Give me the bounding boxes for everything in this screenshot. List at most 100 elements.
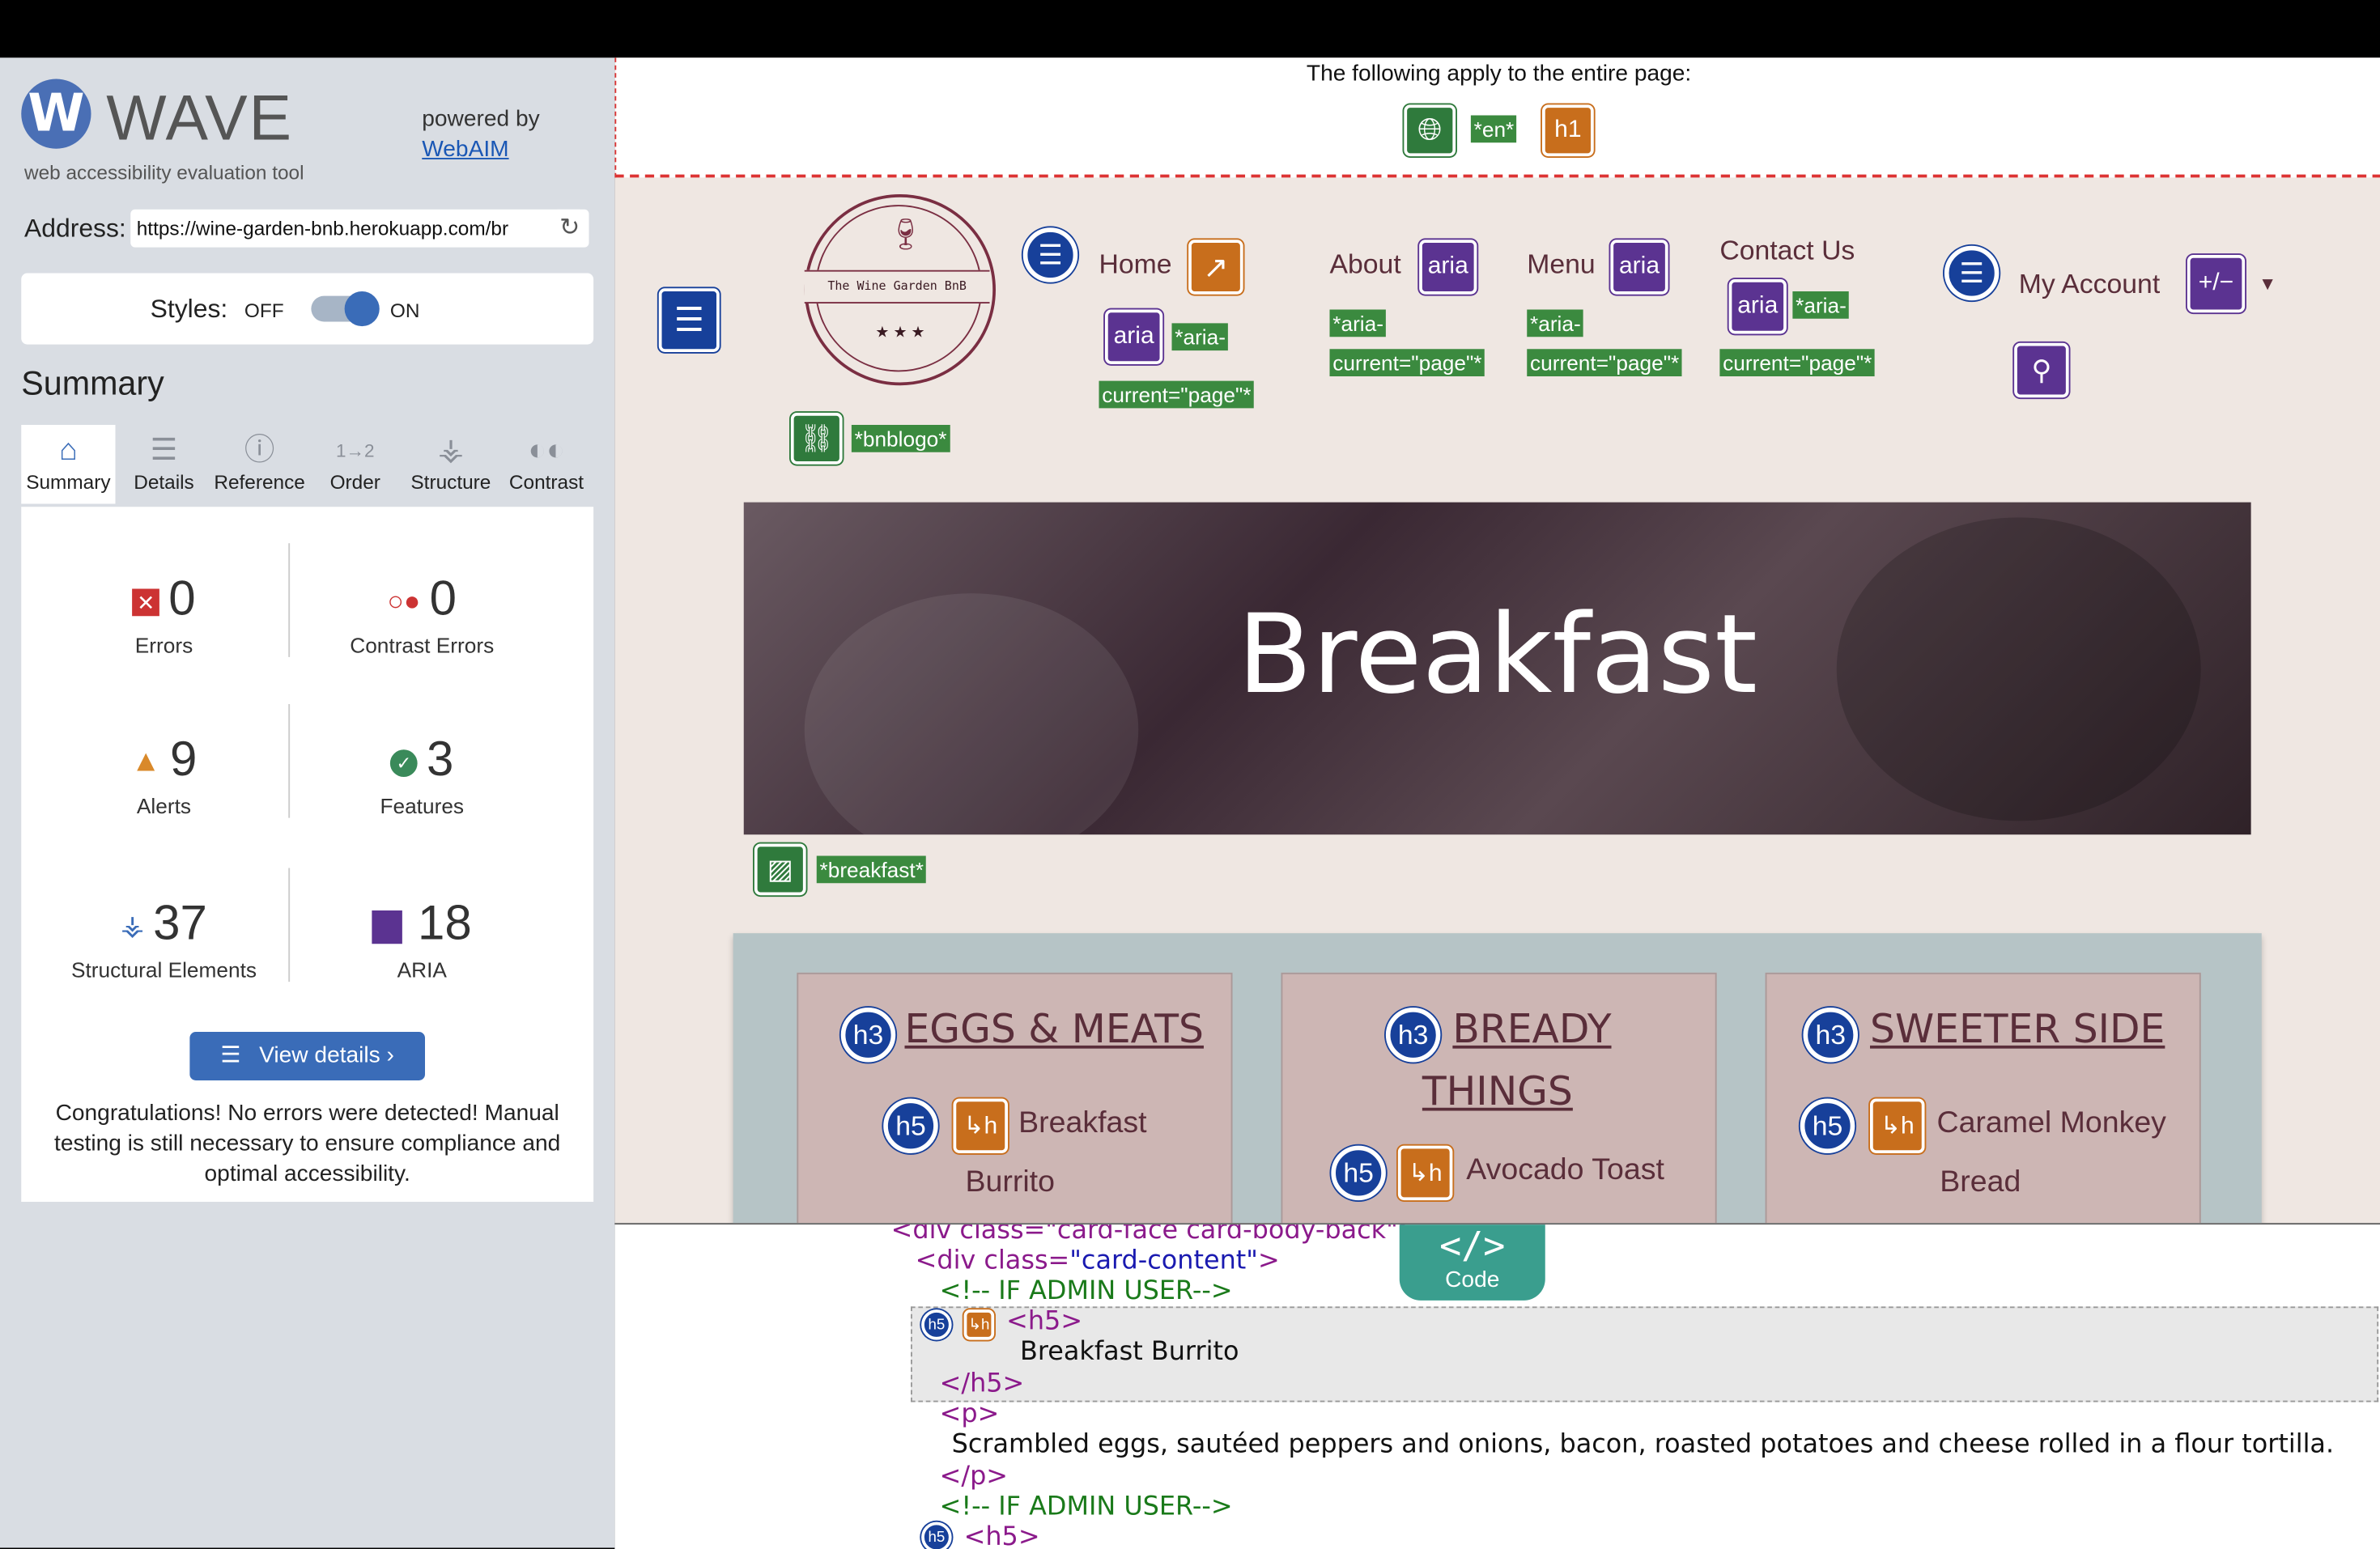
tab-order[interactable]: 1→2 Order bbox=[312, 425, 397, 504]
card-heading[interactable]: SWEETER SIDE bbox=[1870, 1008, 2165, 1053]
language-globe-icon[interactable]: 🌐︎ bbox=[1404, 104, 1456, 157]
code-toggle-button[interactable]: </> Code bbox=[1399, 1224, 1545, 1301]
image-alt-icon[interactable]: ▨ bbox=[754, 843, 806, 896]
h5-icon[interactable]: h5 bbox=[1800, 1098, 1855, 1153]
card-heading[interactable]: BREADY bbox=[1452, 1008, 1611, 1053]
site-logo[interactable]: 🍷︎ The Wine Garden BnB ★ ★ ★ bbox=[804, 194, 996, 386]
code-comment: <!-- IF ADMIN USER--> bbox=[939, 1492, 1233, 1522]
contrast-errors-label: Contrast Errors bbox=[350, 632, 495, 657]
aria-text: aria bbox=[1113, 323, 1154, 350]
possible-heading-alert-icon[interactable]: ↳h bbox=[963, 1309, 995, 1340]
aria-current-label-2: current="page"* bbox=[1527, 349, 1683, 376]
panel-tabs: ⌂ Summary ☰ Details ⓘ Reference 1→2 Orde… bbox=[21, 425, 593, 507]
h3-icon[interactable]: h3 bbox=[1385, 1008, 1441, 1063]
tab-label: Details bbox=[134, 470, 194, 494]
tab-reference[interactable]: ⓘ Reference bbox=[210, 425, 310, 504]
h3-icon[interactable]: h3 bbox=[1803, 1008, 1858, 1063]
address-label: Address: bbox=[24, 214, 126, 243]
code-tab-label: Code bbox=[1445, 1267, 1500, 1293]
divider bbox=[288, 868, 291, 982]
divider bbox=[288, 704, 291, 818]
account-list-icon[interactable]: ☰ bbox=[1944, 245, 2000, 301]
h5-icon[interactable]: h5 bbox=[921, 1521, 952, 1549]
h1-alert-icon[interactable]: h1 bbox=[1542, 104, 1594, 157]
dropdown-caret-icon[interactable]: ▼ bbox=[2259, 274, 2276, 295]
possible-heading-alert-icon[interactable]: ↳h bbox=[953, 1098, 1008, 1153]
code-tag: <h5> bbox=[963, 1521, 1040, 1549]
aria-expanded-icon[interactable]: +/− bbox=[2187, 255, 2246, 313]
linked-image-icon[interactable]: ⛓ bbox=[790, 413, 843, 465]
card-sweeter-side[interactable]: h3 SWEETER SIDE h5 ↳h Caramel Monkey Bre… bbox=[1765, 972, 2201, 1224]
features-label: Features bbox=[380, 793, 465, 818]
nav-contact[interactable]: Contact Us bbox=[1719, 236, 1855, 267]
summary-heading: Summary bbox=[21, 364, 164, 402]
tab-summary[interactable]: ⌂ Summary bbox=[21, 425, 116, 504]
aria-icon[interactable]: aria bbox=[1105, 309, 1163, 364]
page-level-heading: The following apply to the entire page: bbox=[1306, 61, 1692, 87]
stat-alerts[interactable]: ▲ 9 Alerts bbox=[43, 732, 286, 818]
alerts-count: 9 bbox=[170, 731, 198, 787]
tab-structure[interactable]: ⚶ Structure bbox=[401, 425, 501, 504]
alerts-label: Alerts bbox=[136, 793, 192, 818]
card-heading[interactable]: EGGS & MEATS bbox=[905, 1008, 1204, 1053]
aria-icon[interactable]: aria bbox=[1728, 279, 1787, 334]
address-input[interactable]: https://wine-garden-bnb.herokuapp.com/br… bbox=[130, 209, 589, 248]
nav-about[interactable]: About bbox=[1330, 249, 1401, 281]
reload-icon[interactable]: ↻ bbox=[556, 209, 580, 248]
h5-icon[interactable]: h5 bbox=[1331, 1145, 1386, 1201]
tab-details[interactable]: ☰ Details bbox=[118, 425, 210, 504]
h5-text: h5 bbox=[928, 1316, 946, 1334]
redundant-link-alert-icon[interactable]: ↗ bbox=[1188, 240, 1243, 295]
features-count: 3 bbox=[427, 731, 454, 787]
nav-list-icon[interactable]: ☰ bbox=[1022, 227, 1078, 282]
stat-errors[interactable]: ✕ 0 Errors bbox=[43, 571, 286, 657]
plusminus-text: +/− bbox=[2198, 269, 2234, 296]
card-heading-line2[interactable]: THINGS bbox=[1422, 1070, 1573, 1115]
card-bready-things[interactable]: h3 BREADY THINGS h5 ↳h Avocado Toast bbox=[1281, 972, 1717, 1224]
structure-icon: ⚶ bbox=[437, 434, 464, 468]
stat-features[interactable]: ✓ 3 Features bbox=[300, 732, 543, 818]
tab-contrast[interactable]: ◐◐ Contrast bbox=[501, 425, 593, 504]
code-tag: </h5> bbox=[939, 1369, 1025, 1399]
tab-label: Summary bbox=[26, 470, 111, 494]
code-text: Scrambled eggs, sautéed peppers and onio… bbox=[951, 1429, 2335, 1460]
aria-hidden-icon[interactable]: ⚲ bbox=[2014, 342, 2069, 398]
card-item: Bread bbox=[1940, 1165, 2021, 1199]
code-text: Breakfast Burrito bbox=[1020, 1336, 1239, 1368]
stat-structural[interactable]: ⚶ 37 Structural Elements bbox=[43, 895, 286, 982]
stat-aria[interactable]: 18 ARIA bbox=[300, 895, 543, 982]
breakfast-label: *breakfast* bbox=[816, 855, 927, 884]
list-icon: ☰ bbox=[220, 1042, 241, 1068]
summary-panel: ✕ 0 Errors ○● 0 Contrast Errors ▲ 9 Alerts … bbox=[21, 507, 594, 1202]
tab-label: Structure bbox=[410, 470, 491, 494]
contrast-error-icon: ○● bbox=[387, 585, 421, 617]
header-region-icon[interactable]: ☰ bbox=[658, 288, 720, 352]
stat-contrast-errors[interactable]: ○● 0 Contrast Errors bbox=[300, 571, 543, 657]
view-details-button[interactable]: ☰ View details › bbox=[189, 1032, 425, 1080]
nav-menu[interactable]: Menu bbox=[1527, 249, 1595, 281]
aria-icon[interactable]: aria bbox=[1610, 240, 1668, 295]
logo-text: The Wine Garden BnB bbox=[804, 269, 990, 303]
aria-text: aria bbox=[1427, 253, 1468, 279]
h5-icon[interactable]: h5 bbox=[921, 1309, 952, 1340]
info-icon: ⓘ bbox=[244, 434, 275, 468]
nav-home[interactable]: Home bbox=[1099, 249, 1172, 281]
possible-heading-alert-icon[interactable]: ↳h bbox=[1397, 1145, 1453, 1201]
card-eggs-meats[interactable]: h3 EGGS & MEATS h5 ↳h Breakfast Burrito bbox=[797, 972, 1233, 1224]
webaim-link[interactable]: WebAIM bbox=[422, 137, 508, 163]
aria-text: aria bbox=[1737, 292, 1779, 319]
h3-icon[interactable]: h3 bbox=[840, 1008, 896, 1063]
styles-toggle-box: Styles: OFF ON bbox=[21, 273, 594, 345]
possible-heading-alert-icon[interactable]: ↳h bbox=[1870, 1098, 1925, 1153]
wine-glass-icon: 🍷︎ bbox=[886, 219, 925, 253]
powered-by-label: powered by bbox=[422, 106, 540, 133]
aria-cube-icon bbox=[372, 910, 403, 944]
styles-toggle[interactable] bbox=[311, 291, 380, 327]
aria-icon[interactable]: aria bbox=[1419, 240, 1477, 295]
evaluated-page: The following apply to the entire page: … bbox=[614, 57, 2380, 1224]
nav-my-account[interactable]: My Account bbox=[2019, 269, 2160, 300]
list-icon: ☰ bbox=[150, 434, 178, 468]
h5-icon[interactable]: h5 bbox=[883, 1098, 938, 1153]
card-item: Avocado Toast bbox=[1466, 1153, 1664, 1187]
wave-sidebar: W WAVE web accessibility evaluation tool… bbox=[0, 57, 615, 1548]
